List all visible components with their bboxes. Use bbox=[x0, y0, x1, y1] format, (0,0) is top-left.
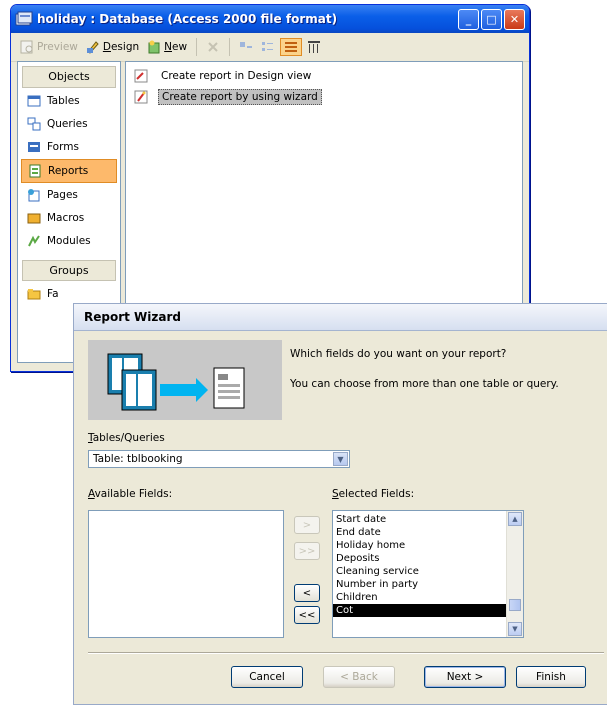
tables-queries-label: Tables/Queries bbox=[88, 432, 165, 444]
object-macros[interactable]: Macros bbox=[21, 207, 117, 229]
list-item[interactable]: Children bbox=[333, 591, 506, 604]
cancel-button[interactable]: Cancel bbox=[231, 666, 303, 688]
group-label: Fa bbox=[47, 288, 59, 300]
preview-label: Preview bbox=[37, 41, 78, 53]
chevron-down-icon[interactable]: ▼ bbox=[333, 452, 348, 466]
maximize-button[interactable]: □ bbox=[481, 8, 502, 30]
details-view-button[interactable] bbox=[304, 39, 324, 55]
remove-field-button[interactable]: < bbox=[294, 584, 320, 602]
group-favorites[interactable]: Fa bbox=[21, 283, 117, 305]
preview-icon bbox=[20, 40, 34, 54]
list-item-label: Create report in Design view bbox=[161, 70, 312, 82]
new-button[interactable]: New bbox=[144, 39, 190, 55]
object-label: Macros bbox=[47, 212, 85, 224]
minimize-button[interactable]: _ bbox=[458, 8, 479, 30]
remove-all-fields-button[interactable]: << bbox=[294, 606, 320, 624]
design-label: Design bbox=[102, 41, 140, 53]
large-icons-button[interactable] bbox=[236, 39, 256, 55]
small-icons-button[interactable] bbox=[258, 39, 278, 55]
object-pages[interactable]: Pages bbox=[21, 184, 117, 206]
delete-icon bbox=[206, 40, 220, 54]
scroll-up-icon[interactable]: ▲ bbox=[508, 512, 522, 526]
object-label: Queries bbox=[47, 118, 88, 130]
list-item[interactable]: Create report in Design view bbox=[132, 66, 516, 86]
report-wizard-dialog: Report Wizard Which fields do you want o… bbox=[73, 303, 607, 705]
close-button[interactable]: ✕ bbox=[504, 8, 525, 30]
toolbar-separator bbox=[196, 38, 198, 56]
small-icons-icon bbox=[261, 40, 275, 54]
available-fields-list[interactable] bbox=[88, 510, 284, 638]
list-item[interactable]: Create report by using wizard bbox=[132, 86, 516, 108]
object-reports[interactable]: Reports bbox=[21, 159, 117, 183]
selected-fields-label: Selected Fields: bbox=[332, 488, 415, 500]
objects-header[interactable]: Objects bbox=[22, 66, 116, 88]
scroll-thumb[interactable] bbox=[509, 599, 521, 611]
add-field-button[interactable]: > bbox=[294, 516, 320, 534]
vertical-scrollbar[interactable]: ▲ ▼ bbox=[506, 511, 523, 637]
design-icon bbox=[86, 40, 100, 54]
tables-queries-value: Table: tblbooking bbox=[93, 453, 183, 465]
wizard-report-icon bbox=[134, 90, 148, 104]
design-button[interactable]: Design bbox=[83, 39, 142, 55]
scroll-down-icon[interactable]: ▼ bbox=[508, 622, 522, 636]
design-report-icon bbox=[134, 69, 148, 83]
list-item[interactable]: Cleaning service bbox=[333, 565, 506, 578]
large-icons-icon bbox=[239, 40, 253, 54]
list-item[interactable]: Start date bbox=[333, 513, 506, 526]
object-forms[interactable]: Forms bbox=[21, 136, 117, 158]
list-item-selected[interactable]: Cot bbox=[333, 604, 506, 617]
delete-button[interactable] bbox=[203, 39, 223, 55]
wizard-subprompt: You can choose from more than one table … bbox=[290, 378, 559, 390]
wizard-prompt: Which fields do you want on your report? bbox=[290, 348, 507, 360]
list-item[interactable]: End date bbox=[333, 526, 506, 539]
object-label: Tables bbox=[47, 95, 80, 107]
object-tables[interactable]: Tables bbox=[21, 90, 117, 112]
next-button[interactable]: Next > bbox=[424, 666, 506, 688]
object-label: Modules bbox=[47, 235, 91, 247]
object-modules[interactable]: Modules bbox=[21, 230, 117, 252]
db-toolbar: Preview Design New bbox=[11, 33, 529, 62]
wizard-illustration bbox=[88, 340, 282, 420]
report-icon bbox=[28, 164, 42, 178]
object-label: Forms bbox=[47, 141, 79, 153]
list-item-label: Create report by using wizard bbox=[158, 89, 322, 105]
list-view-button[interactable] bbox=[280, 38, 303, 56]
object-queries[interactable]: Queries bbox=[21, 113, 117, 135]
new-label: New bbox=[164, 41, 188, 53]
add-all-fields-button[interactable]: >> bbox=[294, 542, 320, 560]
list-item[interactable]: Deposits bbox=[333, 552, 506, 565]
selected-fields-list[interactable]: Start date End date Holiday home Deposit… bbox=[332, 510, 524, 638]
table-icon bbox=[27, 94, 41, 108]
list-item[interactable]: Holiday home bbox=[333, 539, 506, 552]
available-fields-label: Available Fields: bbox=[88, 488, 173, 500]
list-view-icon bbox=[284, 40, 298, 54]
form-icon bbox=[27, 140, 41, 154]
new-icon bbox=[147, 40, 161, 54]
database-icon bbox=[15, 11, 33, 27]
wizard-title[interactable]: Report Wizard bbox=[74, 304, 607, 331]
macro-icon bbox=[27, 211, 41, 225]
back-button[interactable]: < Back bbox=[323, 666, 395, 688]
divider bbox=[88, 652, 604, 654]
groups-header[interactable]: Groups bbox=[22, 260, 116, 281]
page-icon bbox=[27, 188, 41, 202]
db-titlebar[interactable]: holiday : Database (Access 2000 file for… bbox=[11, 5, 529, 33]
list-item[interactable]: Number in party bbox=[333, 578, 506, 591]
object-label: Pages bbox=[47, 189, 78, 201]
object-label: Reports bbox=[48, 165, 89, 177]
tables-queries-dropdown[interactable]: Table: tblbooking ▼ bbox=[88, 450, 350, 468]
preview-button[interactable]: Preview bbox=[17, 39, 81, 55]
db-window-title: holiday : Database (Access 2000 file for… bbox=[37, 12, 338, 26]
query-icon bbox=[27, 117, 41, 131]
toolbar-separator bbox=[229, 38, 231, 56]
finish-button[interactable]: Finish bbox=[516, 666, 586, 688]
folder-icon bbox=[27, 287, 41, 301]
details-view-icon bbox=[307, 40, 321, 54]
module-icon bbox=[27, 234, 41, 248]
